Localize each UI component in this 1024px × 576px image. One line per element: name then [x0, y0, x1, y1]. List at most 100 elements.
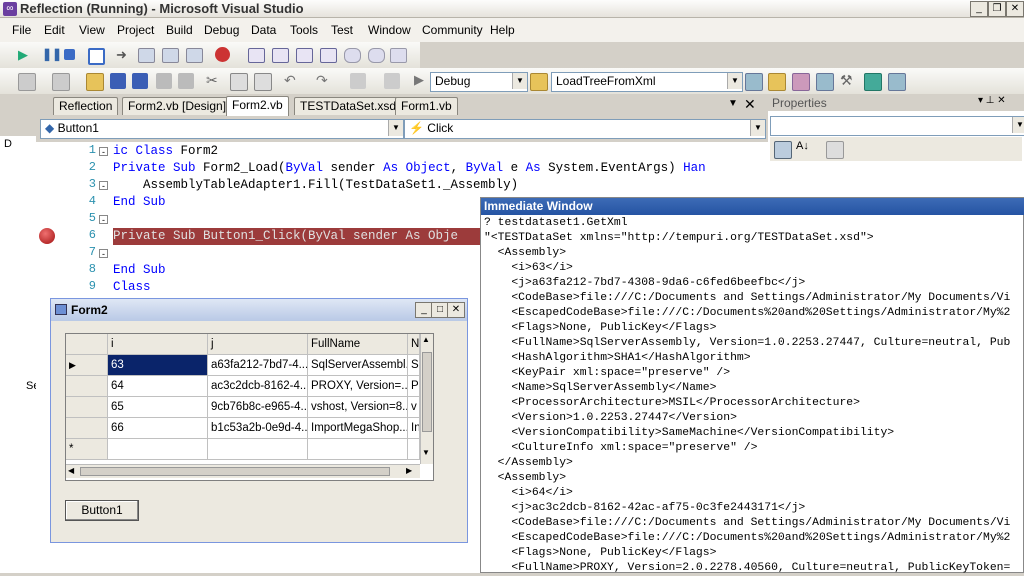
uncomment-icon[interactable] [178, 73, 194, 89]
grid-cell[interactable]: PROXY, Version=... [308, 376, 408, 397]
show-next-statement-icon[interactable]: ➜ [116, 47, 132, 63]
data-grid-view[interactable]: i j FullName N ▶ 63 a63fa212-7bd7-4... SqlS… [65, 333, 434, 481]
grid-cell[interactable]: 63 [108, 355, 208, 376]
comment-icon[interactable] [156, 73, 172, 89]
navigate-backward-icon[interactable] [350, 73, 366, 89]
grid-cell[interactable]: b1c53a2b-0e9d-4... [208, 418, 308, 439]
memory-icon[interactable] [344, 48, 361, 63]
collapse-icon[interactable]: - [99, 147, 108, 157]
scroll-thumb[interactable] [422, 352, 432, 432]
menu-debug[interactable]: Debug [204, 23, 239, 37]
grid-cell[interactable]: v [408, 397, 420, 418]
new-row-cell[interactable] [308, 439, 408, 460]
new-row-cell[interactable] [208, 439, 308, 460]
tab-reflection[interactable]: Reflection [53, 97, 119, 115]
start-icon[interactable]: ▶ [414, 72, 430, 88]
menu-edit[interactable]: Edit [44, 23, 65, 37]
tools-icon[interactable]: ⚒ [840, 72, 856, 88]
chevron-down-icon[interactable]: ▼ [727, 73, 742, 89]
property-pages-icon[interactable] [826, 141, 844, 159]
restart-icon[interactable] [88, 48, 105, 65]
row-header[interactable] [66, 376, 108, 397]
break-all-icon[interactable]: ❚❚ [42, 47, 62, 63]
pin-icon[interactable]: ▾ ⊥ ✕ [978, 95, 1006, 106]
start-page-icon[interactable] [864, 73, 882, 91]
save-all-icon[interactable] [132, 73, 148, 89]
call-stack-icon[interactable] [296, 48, 313, 63]
grid-horizontal-scrollbar[interactable]: ◀ ▶ [66, 464, 420, 478]
locals-icon[interactable] [248, 48, 265, 63]
properties-window-icon[interactable] [768, 73, 786, 91]
menu-data[interactable]: Data [251, 23, 276, 37]
menu-file[interactable]: File [12, 23, 31, 37]
toolbox-icon[interactable] [816, 73, 834, 91]
alphabetical-icon[interactable]: A↓ [796, 140, 812, 156]
paste-icon[interactable] [254, 73, 272, 91]
grid-cell[interactable]: 66 [108, 418, 208, 439]
stop-icon[interactable] [64, 49, 75, 60]
collapse-icon[interactable]: - [99, 215, 108, 225]
grid-cell[interactable]: P [408, 376, 420, 397]
cut-icon[interactable]: ✂ [206, 72, 222, 88]
menu-test[interactable]: Test [331, 23, 353, 37]
new-row-cell[interactable] [108, 439, 208, 460]
event-combo[interactable]: ⚡ Click ▼ [404, 119, 766, 139]
maximize-button[interactable]: ❐ [988, 1, 1006, 17]
menu-project[interactable]: Project [117, 23, 154, 37]
close-button[interactable]: ✕ [1006, 1, 1024, 17]
categorized-icon[interactable] [774, 141, 792, 159]
row-header[interactable] [66, 418, 108, 439]
collapse-icon[interactable]: - [99, 249, 108, 259]
column-header-name[interactable]: N [408, 334, 420, 355]
breakpoints-icon[interactable] [215, 47, 230, 62]
solution-explorer-icon[interactable] [745, 73, 763, 91]
new-row-cell[interactable] [408, 439, 420, 460]
continue-icon[interactable]: ▶ [18, 47, 34, 63]
scroll-left-icon[interactable]: ◀ [68, 466, 74, 475]
chevron-down-icon[interactable]: ▼ [750, 120, 765, 136]
grid-cell[interactable]: vshost, Version=8... [308, 397, 408, 418]
copy-icon[interactable] [230, 73, 248, 91]
grid-vertical-scrollbar[interactable]: ▲ ▼ [420, 334, 433, 464]
tab-list-chevron-icon[interactable]: ▼ [728, 98, 738, 109]
scroll-down-icon[interactable]: ▼ [422, 448, 430, 457]
breakpoint-icon[interactable] [39, 228, 55, 244]
menu-help[interactable]: Help [490, 23, 515, 37]
grid-cell[interactable]: In [408, 418, 420, 439]
column-header-i[interactable]: i [108, 334, 208, 355]
step-out-icon[interactable] [186, 48, 203, 63]
threads-icon[interactable] [368, 48, 385, 63]
menu-community[interactable]: Community [422, 23, 483, 37]
tab-form2-design[interactable]: Form2.vb [Design] [122, 97, 233, 115]
redo-icon[interactable]: ↷ [316, 72, 332, 88]
menu-window[interactable]: Window [368, 23, 411, 37]
find-combo[interactable]: LoadTreeFromXml ▼ [551, 72, 743, 92]
h-scroll-thumb[interactable] [80, 467, 390, 476]
save-icon[interactable] [110, 73, 126, 89]
menu-tools[interactable]: Tools [290, 23, 318, 37]
step-over-icon[interactable] [162, 48, 179, 63]
tab-testdataset-xsd[interactable]: TESTDataSet.xsd [294, 97, 403, 115]
scroll-up-icon[interactable]: ▲ [422, 335, 430, 344]
column-header-j[interactable]: j [208, 334, 308, 355]
row-header[interactable]: ▶ [66, 355, 108, 376]
minimize-button[interactable]: _ [970, 1, 988, 17]
step-into-icon[interactable] [138, 48, 155, 63]
registers-icon[interactable] [390, 48, 407, 63]
form2-close-button[interactable]: ✕ [447, 302, 465, 318]
collapse-icon[interactable]: - [99, 181, 108, 191]
undo-icon[interactable]: ↶ [284, 72, 300, 88]
autos-icon[interactable] [320, 48, 337, 63]
grid-cell[interactable]: SqlServerAssembl... [308, 355, 408, 376]
grid-cell[interactable]: a63fa212-7bd7-4... [208, 355, 308, 376]
grid-cell[interactable]: S [408, 355, 420, 376]
scroll-right-icon[interactable]: ▶ [406, 466, 412, 475]
grid-cell[interactable]: 65 [108, 397, 208, 418]
add-item-icon[interactable] [52, 73, 70, 91]
chevron-down-icon[interactable]: ▼ [1012, 117, 1024, 133]
close-document-icon[interactable]: ✕ [744, 96, 756, 113]
watch-icon[interactable] [272, 48, 289, 63]
object-combo[interactable]: ◆ Button1 ▼ [40, 119, 404, 139]
properties-object-combo[interactable]: ▼ [770, 116, 1024, 136]
grid-cell[interactable]: 64 [108, 376, 208, 397]
